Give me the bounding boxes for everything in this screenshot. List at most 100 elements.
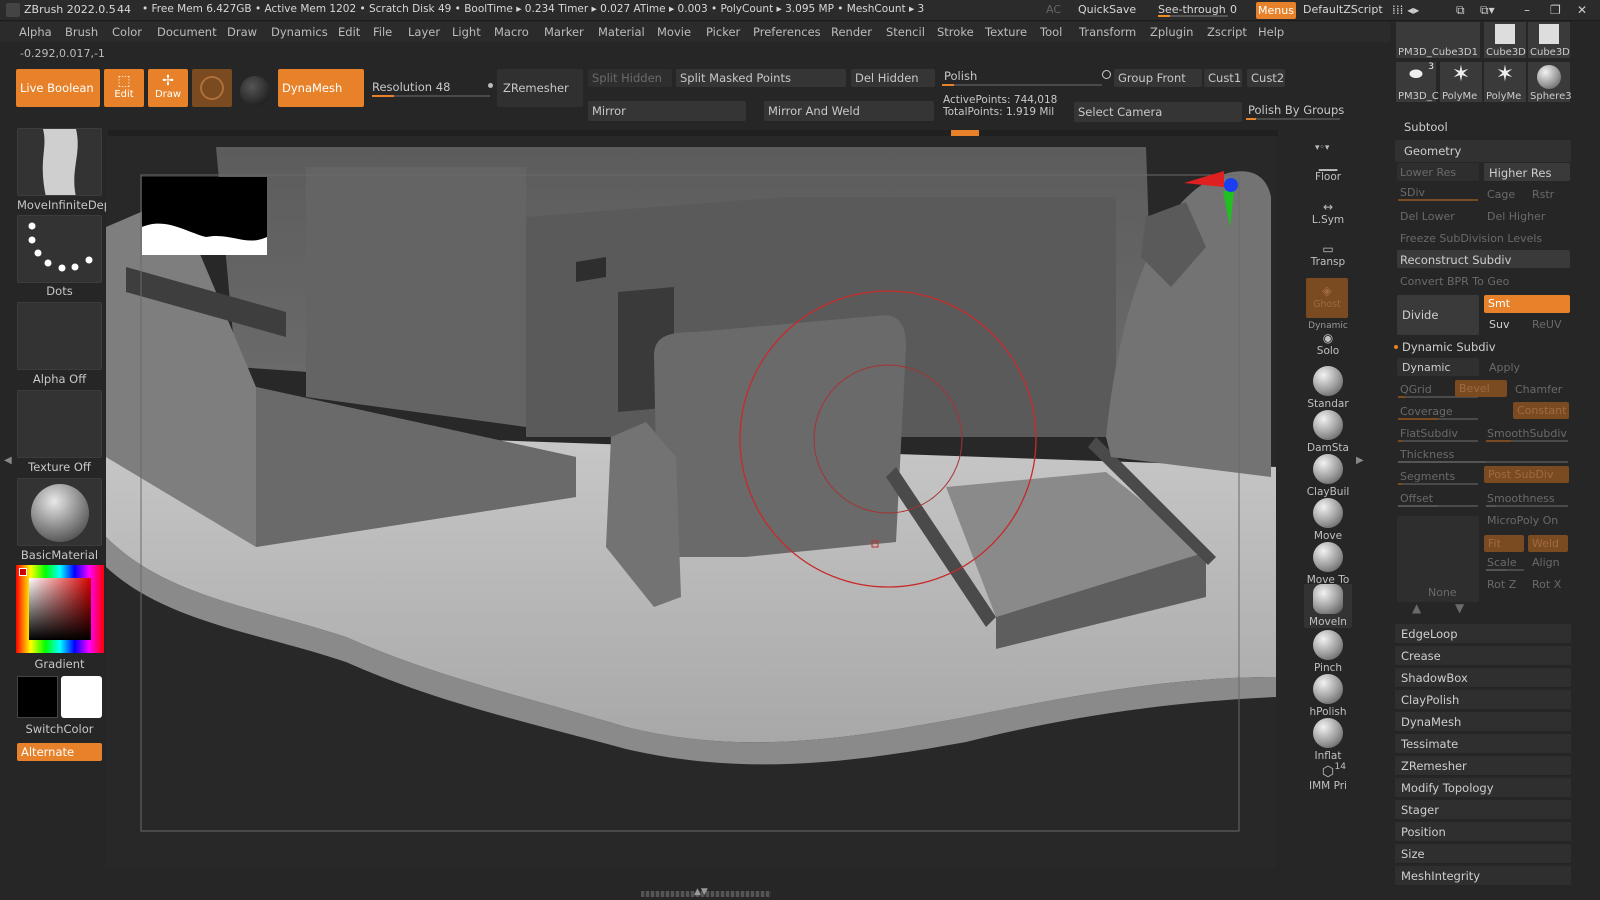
menu-macro[interactable]: Macro <box>494 25 529 39</box>
split-hidden-button[interactable]: Split Hidden <box>588 69 672 87</box>
fit-toggle[interactable]: Fit <box>1484 535 1524 552</box>
menu-movie[interactable]: Movie <box>657 25 691 39</box>
gradient-label[interactable]: Gradient <box>17 657 102 671</box>
brush-standard-button[interactable]: Standar <box>1304 366 1352 410</box>
ui-layout-icon[interactable]: ⧉ <box>1456 3 1465 18</box>
brush-moveinfinite-button[interactable]: MoveIn <box>1304 584 1352 628</box>
del-hidden-button[interactable]: Del Hidden <box>851 69 935 87</box>
brush-inflate-button[interactable]: Inflat <box>1304 718 1352 762</box>
transp-button[interactable]: ▭ Transp <box>1304 242 1352 268</box>
apply-button[interactable]: Apply <box>1489 361 1520 374</box>
tool-thumb-polymesh-a[interactable]: ✶ PolyMe <box>1440 62 1482 102</box>
maximize-icon[interactable]: ❐ <box>1550 3 1561 17</box>
brush-thumbnail[interactable] <box>17 128 102 196</box>
tool-thumb-pm3d-cube3d1[interactable]: PM3D_Cube3D1 <box>1396 22 1480 58</box>
canvas-viewport[interactable] <box>106 137 1276 868</box>
right-tray-toggle-icon[interactable]: ▶ <box>1356 455 1364 466</box>
polish-by-groups-label[interactable]: Polish By Groups <box>1248 103 1344 117</box>
menu-layer[interactable]: Layer <box>408 25 440 39</box>
convert-bpr-button[interactable]: Convert BPR To Geo <box>1400 275 1509 288</box>
quicksave-button[interactable]: QuickSave <box>1078 3 1136 16</box>
cage-button[interactable]: Cage <box>1487 188 1515 201</box>
section-dynamesh[interactable]: DynaMesh <box>1395 712 1571 732</box>
move-mode-button[interactable] <box>192 69 232 107</box>
menu-zplugin[interactable]: Zplugin <box>1150 25 1193 39</box>
section-stager[interactable]: Stager <box>1395 800 1571 820</box>
section-edgeloop[interactable]: EdgeLoop <box>1395 624 1571 644</box>
del-lower-button[interactable]: Del Lower <box>1400 210 1455 223</box>
select-camera-button[interactable]: Select Camera <box>1074 102 1242 122</box>
section-crease[interactable]: Crease <box>1395 646 1571 666</box>
align-toggle[interactable]: Align <box>1532 556 1560 569</box>
section-claypolish[interactable]: ClayPolish <box>1395 690 1571 710</box>
arrow-up-icon[interactable]: ▲ <box>1412 601 1421 615</box>
smoothsubdiv-slider[interactable] <box>1486 440 1568 442</box>
resolution-slider[interactable]: Resolution 48 <box>372 80 450 94</box>
section-size[interactable]: Size <box>1395 844 1571 864</box>
menu-alpha[interactable]: Alpha <box>19 25 52 39</box>
stroke-thumbnail[interactable] <box>17 215 102 283</box>
ghost-button[interactable]: ◈ Ghost <box>1306 278 1348 318</box>
polish-by-groups-slider[interactable] <box>1246 118 1340 120</box>
bottom-tray-toggle-icon[interactable]: ▲▼ <box>694 887 708 897</box>
polish-slider[interactable] <box>942 84 1102 86</box>
micropoly-toggle[interactable]: MicroPoly On <box>1487 514 1558 527</box>
alpha-thumbnail[interactable] <box>17 302 102 370</box>
del-higher-button[interactable]: Del Higher <box>1487 210 1545 223</box>
see-through-slider[interactable] <box>1158 15 1228 17</box>
live-boolean-button[interactable]: Live Boolean <box>16 69 100 107</box>
brush-damstandard-button[interactable]: DamSta <box>1304 410 1352 454</box>
chamfer-toggle[interactable]: Chamfer <box>1515 383 1562 396</box>
tool-thumb-sphere3d[interactable]: Sphere3 <box>1528 62 1572 102</box>
brush-move-button[interactable]: Move <box>1304 498 1352 542</box>
offset-slider[interactable] <box>1398 505 1478 507</box>
polish-slider-label[interactable]: Polish <box>944 69 977 83</box>
segments-slider[interactable] <box>1398 483 1478 485</box>
menu-preferences[interactable]: Preferences <box>753 25 821 39</box>
color-picker[interactable] <box>16 565 104 653</box>
section-shadowbox[interactable]: ShadowBox <box>1395 668 1571 688</box>
menu-tool[interactable]: Tool <box>1040 25 1062 39</box>
secondary-color-swatch[interactable] <box>61 676 102 718</box>
section-zremesher[interactable]: ZRemesher <box>1395 756 1571 776</box>
tool-thumb-pm3d-c[interactable]: ⬬ 3 PM3D_C <box>1396 62 1439 102</box>
menu-material[interactable]: Material <box>598 25 645 39</box>
coverage-slider[interactable] <box>1398 418 1478 420</box>
group-front-button[interactable]: Group Front <box>1114 69 1202 87</box>
timeline-marker[interactable] <box>951 130 979 136</box>
reuv-button[interactable]: ReUV <box>1532 318 1562 331</box>
scale-slider[interactable] <box>1486 569 1524 571</box>
menu-dynamics[interactable]: Dynamics <box>271 25 328 39</box>
freeze-subdiv-button[interactable]: Freeze SubDivision Levels <box>1400 232 1542 245</box>
timeline-strip[interactable] <box>108 130 1278 136</box>
menu-edit[interactable]: Edit <box>338 25 360 39</box>
brush-hpolish-button[interactable]: hPolish <box>1304 674 1352 718</box>
imm-primitives-button[interactable]: ⬡ 14 IMM Pri <box>1304 762 1352 792</box>
section-tessimate[interactable]: Tessimate <box>1395 734 1571 754</box>
colorize-icon[interactable]: ⧉▾ <box>1480 3 1495 18</box>
brush-claybuildup-button[interactable]: ClayBuil <box>1304 454 1352 498</box>
menu-document[interactable]: Document <box>157 25 217 39</box>
section-position[interactable]: Position <box>1395 822 1571 842</box>
menu-stencil[interactable]: Stencil <box>886 25 925 39</box>
close-icon[interactable]: ✕ <box>1577 3 1587 17</box>
polish-toggle-icon[interactable] <box>1102 70 1111 79</box>
solo-button[interactable]: ◉ Solo <box>1304 331 1352 357</box>
weld-toggle[interactable]: Weld <box>1528 535 1568 552</box>
menu-render[interactable]: Render <box>831 25 872 39</box>
menu-draw[interactable]: Draw <box>227 25 257 39</box>
smoothness-slider[interactable] <box>1486 505 1568 507</box>
menu-marker[interactable]: Marker <box>544 25 584 39</box>
menu-texture[interactable]: Texture <box>985 25 1027 39</box>
menu-transform[interactable]: Transform <box>1079 25 1136 39</box>
sdiv-slider[interactable] <box>1398 199 1478 201</box>
default-zscript[interactable]: DefaultZScript <box>1303 3 1383 16</box>
brush-pinch-button[interactable]: Pinch <box>1304 630 1352 674</box>
geometry-header[interactable]: Geometry <box>1404 144 1461 158</box>
switch-color-button[interactable]: SwitchColor <box>17 722 102 736</box>
minimize-icon[interactable]: – <box>1524 3 1530 17</box>
menu-light[interactable]: Light <box>452 25 481 39</box>
tool-thumb-cube3d-b[interactable]: Cube3D <box>1528 22 1570 58</box>
dynamesh-button[interactable]: DynaMesh <box>278 69 364 107</box>
menu-picker[interactable]: Picker <box>706 25 740 39</box>
